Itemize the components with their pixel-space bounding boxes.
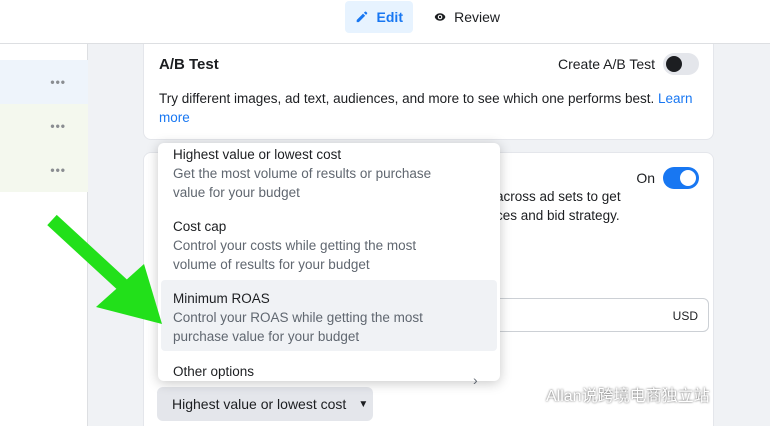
tab-review-label: Review bbox=[454, 9, 500, 25]
ab-test-title: A/B Test bbox=[159, 56, 219, 73]
pencil-icon bbox=[356, 11, 368, 23]
option-title: Other options bbox=[173, 364, 255, 379]
tab-review[interactable]: Review bbox=[424, 1, 510, 33]
green-arrow-annotation bbox=[47, 214, 162, 324]
create-ab-test-label: Create A/B Test bbox=[557, 56, 655, 72]
wechat-icon bbox=[518, 384, 540, 403]
bid-strategy-select[interactable]: Highest value or lowest cost ▼ bbox=[157, 387, 373, 421]
budget-description-line: ces and bid strategy. bbox=[496, 208, 620, 223]
more-options-icon[interactable]: ••• bbox=[50, 75, 66, 89]
chevron-right-icon: › bbox=[473, 372, 478, 388]
tab-edit[interactable]: Edit bbox=[345, 1, 413, 33]
menu-option-minimum-roas[interactable]: Minimum ROAS Control your ROAS while get… bbox=[161, 280, 497, 351]
option-description: Control your costs while getting the mos… bbox=[173, 238, 417, 272]
toggle-knob bbox=[680, 170, 696, 186]
more-options-icon[interactable]: ••• bbox=[50, 163, 66, 177]
menu-option-cost-cap[interactable]: Cost cap Control your costs while gettin… bbox=[161, 213, 497, 275]
bid-strategy-selected-value: Highest value or lowest cost bbox=[172, 396, 347, 412]
bid-strategy-menu: Highest value or lowest cost Get the mos… bbox=[158, 143, 500, 381]
menu-option-other-options[interactable]: Other options bbox=[161, 358, 497, 381]
ab-test-description-text: Try different images, ad text, audiences… bbox=[159, 91, 655, 106]
option-title: Highest value or lowest cost bbox=[173, 147, 342, 162]
tree-row[interactable]: ••• bbox=[0, 60, 88, 104]
tab-edit-label: Edit bbox=[376, 9, 403, 25]
watermark: Allan说跨境电商独立站 bbox=[518, 382, 710, 406]
top-bar: Edit Review bbox=[0, 0, 770, 44]
more-options-icon[interactable]: ••• bbox=[50, 119, 66, 133]
eye-icon bbox=[434, 13, 446, 21]
tree-row[interactable]: ••• bbox=[0, 148, 88, 192]
create-ab-test-toggle[interactable] bbox=[663, 53, 699, 75]
option-description: Get the most volume of results or purcha… bbox=[173, 166, 432, 200]
ab-test-card: A/B Test Create A/B Test Try different i… bbox=[143, 44, 714, 140]
toggle-knob bbox=[666, 56, 682, 72]
menu-option-highest-value[interactable]: Highest value or lowest cost Get the mos… bbox=[161, 143, 497, 206]
budget-description-line: across ad sets to get bbox=[496, 189, 621, 204]
ab-test-description: Try different images, ad text, audiences… bbox=[159, 89, 699, 127]
caret-down-icon: ▼ bbox=[358, 398, 369, 410]
budget-description: across ad sets to get ces and bid strate… bbox=[496, 187, 696, 225]
option-title: Minimum ROAS bbox=[173, 291, 270, 306]
watermark-text: Allan说跨境电商独立站 bbox=[546, 388, 710, 405]
budget-optimization-on-label: On bbox=[636, 170, 655, 186]
currency-label: USD bbox=[672, 309, 698, 323]
budget-optimization-toggle[interactable] bbox=[663, 167, 699, 189]
tree-row[interactable]: ••• bbox=[0, 104, 88, 148]
option-description: Control your ROAS while getting the most… bbox=[173, 310, 423, 344]
option-title: Cost cap bbox=[173, 219, 227, 234]
